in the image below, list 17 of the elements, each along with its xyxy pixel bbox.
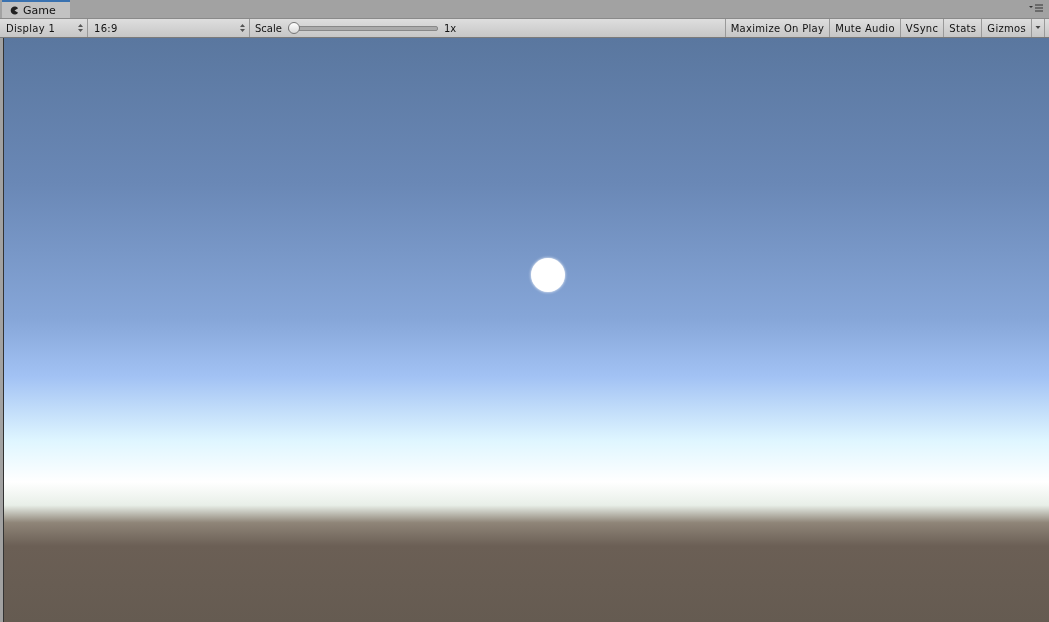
scale-slider[interactable] <box>287 22 438 34</box>
display-dropdown[interactable]: Display 1 <box>0 19 88 37</box>
toggle-button[interactable]: Mute Audio <box>829 19 900 37</box>
toggle-button[interactable]: Maximize On Play <box>724 19 830 37</box>
aspect-dropdown[interactable]: 16:9 <box>88 19 250 37</box>
up-down-arrows-icon <box>240 24 245 32</box>
slider-thumb[interactable] <box>287 22 300 34</box>
game-tab[interactable]: Game <box>2 0 70 18</box>
toggle-button[interactable]: Stats <box>943 19 982 37</box>
toggle-button[interactable]: Gizmos <box>981 19 1031 37</box>
up-down-arrows-icon <box>78 24 83 32</box>
dropdown-arrow-icon[interactable] <box>1031 19 1045 37</box>
scale-reading: 1x <box>443 22 457 34</box>
pacman-icon <box>10 5 19 15</box>
toggle-button[interactable]: VSync <box>899 19 944 37</box>
scale-label: Scale <box>255 22 282 34</box>
menu-icon[interactable] <box>1029 4 1043 12</box>
